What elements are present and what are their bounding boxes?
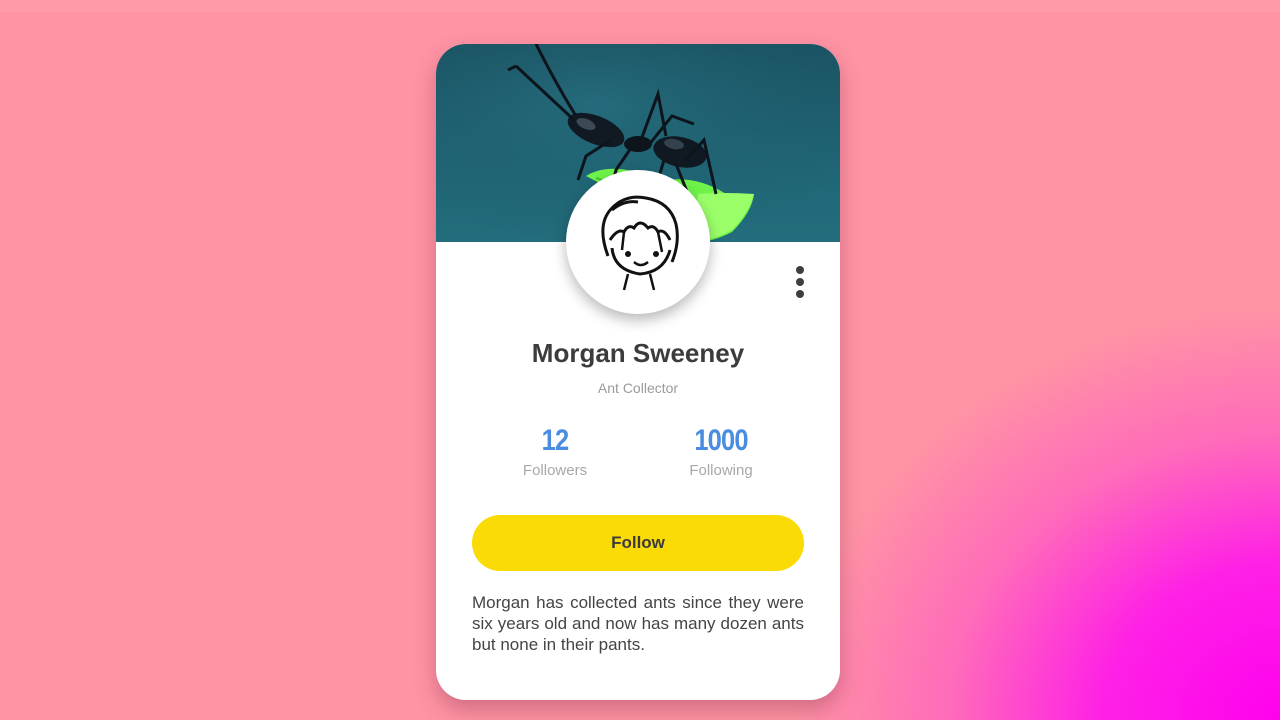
followers-label: Followers [522,462,588,479]
more-vertical-icon-dot [796,290,804,298]
more-vertical-icon-dot [796,278,804,286]
more-options-button[interactable] [788,262,812,302]
top-band [0,0,1280,12]
more-vertical-icon [796,266,804,274]
profile-role: Ant Collector [597,380,679,396]
following-stat[interactable]: 1000 Following [651,424,791,479]
follow-button[interactable]: Follow [472,515,804,571]
cartoon-face-icon [601,195,679,291]
profile-name: Morgan Sweeney [531,338,745,368]
followers-stat[interactable]: 12 Followers [485,424,625,479]
followers-count: 12 [541,424,570,457]
following-count: 1000 [694,424,748,457]
profile-card: Morgan Sweeney Ant Collector 12 Follower… [436,44,840,700]
profile-bio: Morgan has collected ants since they wer… [472,593,804,654]
avatar[interactable] [566,170,710,314]
following-label: Following [689,462,753,479]
